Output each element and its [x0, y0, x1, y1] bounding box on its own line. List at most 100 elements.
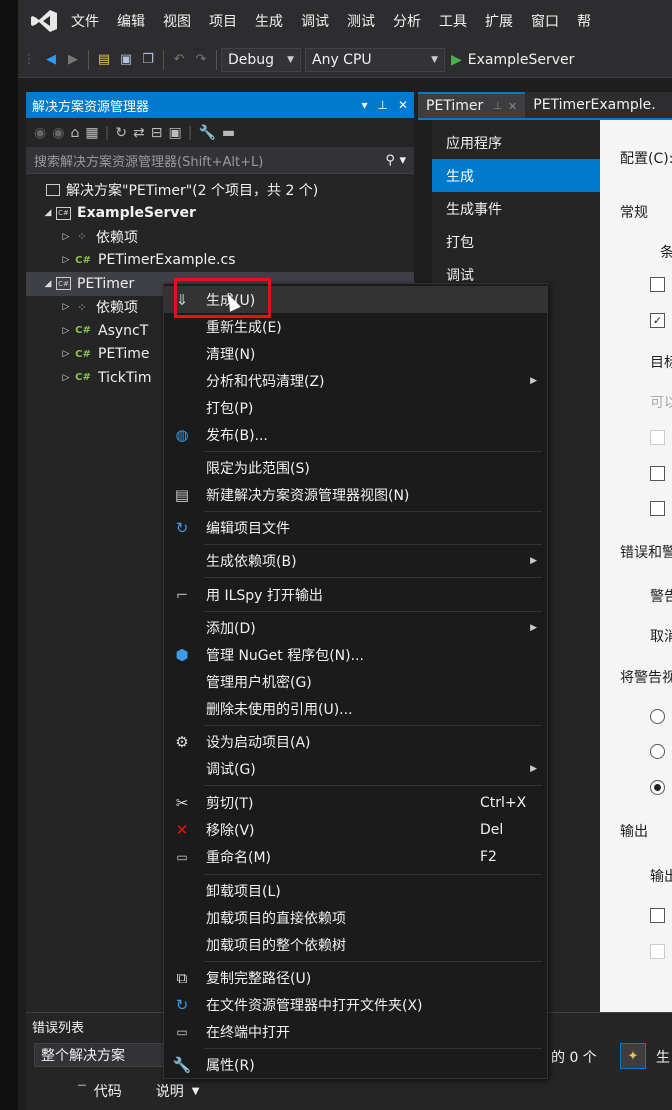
column-description[interactable]: 说明 — [156, 1081, 184, 1101]
menu-item-rebuild[interactable]: 重新生成(E) — [164, 313, 547, 340]
checkbox-xml-doc[interactable] — [650, 908, 665, 923]
pin-icon[interactable]: ⊥ — [377, 98, 387, 112]
menu-item-build-dependencies[interactable]: 生成依赖项(B) ▶ — [164, 547, 547, 574]
tab-petimer[interactable]: PETimer ⊥ ✕ — [418, 92, 526, 118]
forward-icon[interactable]: ◉ — [52, 125, 64, 141]
preview-icon[interactable]: ▬ — [222, 125, 235, 141]
back-icon[interactable]: ◉ — [34, 125, 46, 141]
pending-changes-filter-icon[interactable]: ↻ — [115, 125, 127, 141]
nav-package[interactable]: 打包 — [432, 225, 600, 258]
visual-studio-logo-icon[interactable] — [26, 0, 62, 42]
search-icon[interactable]: ⚲ ▾ — [385, 153, 406, 168]
menu-item-debug[interactable]: 调试(G) ▶ — [164, 755, 547, 782]
menu-edit[interactable]: 编辑 — [108, 11, 154, 31]
menu-item-remove[interactable]: ✕ 移除(V) Del — [164, 816, 547, 843]
menu-test[interactable]: 测试 — [338, 11, 384, 31]
close-icon[interactable]: ✕ — [398, 98, 408, 112]
menu-item-open-in-terminal[interactable]: ▭ 在终端中打开 — [164, 1018, 547, 1045]
start-debugging-button[interactable]: ▶ ExampleServer — [451, 52, 574, 68]
new-project-icon[interactable]: ▤ — [93, 49, 115, 71]
checkbox-define-debug[interactable] — [650, 277, 665, 292]
menu-item-add[interactable]: 添加(D) ▶ — [164, 614, 547, 641]
save-all-icon[interactable]: ❐ — [137, 49, 159, 71]
show-all-files-icon[interactable]: ▣ — [168, 125, 181, 141]
home-icon[interactable]: ⌂ — [70, 125, 79, 141]
collapse-arrow-icon[interactable]: ◢ — [40, 208, 56, 218]
menu-item-load-direct-deps[interactable]: 加载项目的直接依赖项 — [164, 904, 547, 931]
menu-item-build[interactable]: ⇓ 生成(U) — [164, 286, 547, 313]
menu-item-analyze-cleanup[interactable]: 分析和代码清理(Z) ▶ — [164, 367, 547, 394]
menu-item-manage-nuget[interactable]: ⬢ 管理 NuGet 程序包(N)... — [164, 641, 547, 668]
menu-debug[interactable]: 调试 — [292, 11, 338, 31]
solution-platform-select[interactable]: Any CPU ▼ — [305, 47, 445, 72]
tree-item-petimerexample-cs[interactable]: ▷ C# PETimerExample.cs — [26, 249, 414, 273]
chevron-down-icon[interactable]: ▼ — [192, 1086, 200, 1097]
menu-item-scope-to-this[interactable]: 限定为此范围(S) — [164, 454, 547, 481]
tab-petimerexample[interactable]: PETimerExample. — [525, 92, 664, 118]
radio-treat-none[interactable] — [650, 709, 665, 724]
tree-item-exampleserver[interactable]: ◢ C# ExampleServer — [26, 202, 414, 226]
radio-treat-specific[interactable] — [650, 744, 665, 759]
redo-icon[interactable]: ↷ — [190, 49, 212, 71]
menu-item-ilspy[interactable]: ⌐ 用 ILSpy 打开输出 — [164, 581, 547, 608]
pin-icon[interactable]: ⊥ — [493, 101, 502, 112]
expand-arrow-icon[interactable]: ▷ — [58, 373, 74, 383]
menu-project[interactable]: 项目 — [200, 11, 246, 31]
expand-arrow-icon[interactable]: ▷ — [58, 349, 74, 359]
menu-item-open-in-explorer[interactable]: ↻ 在文件资源管理器中打开文件夹(X) — [164, 991, 547, 1018]
save-icon[interactable]: ▣ — [115, 49, 137, 71]
menu-item-new-explorer-view[interactable]: ▤ 新建解决方案资源管理器视图(N) — [164, 481, 547, 508]
checkbox-define-trace[interactable]: ✓ — [650, 313, 665, 328]
switch-views-icon[interactable]: ▦ — [85, 125, 98, 141]
menu-item-pack[interactable]: 打包(P) — [164, 394, 547, 421]
menu-view[interactable]: 视图 — [154, 11, 200, 31]
checkbox-com-interop[interactable] — [650, 944, 665, 959]
sync-icon[interactable]: ⇄ — [133, 125, 145, 141]
radio-treat-all[interactable] — [650, 780, 665, 795]
menu-item-user-secrets[interactable]: 管理用户机密(G) — [164, 668, 547, 695]
expand-arrow-icon[interactable]: ▷ — [58, 255, 74, 265]
filter-icon[interactable]: ✦ — [620, 1043, 646, 1069]
expand-arrow-icon[interactable]: ▷ — [58, 232, 74, 242]
error-scope-select[interactable]: 整个解决方案 — [34, 1043, 164, 1067]
menu-item-set-startup[interactable]: ⚙ 设为启动项目(A) — [164, 728, 547, 755]
menu-help[interactable]: 帮 — [568, 11, 600, 31]
menu-item-cut[interactable]: ✂ 剪切(T) Ctrl+X — [164, 789, 547, 816]
menu-item-properties[interactable]: 🔧 属性(R) — [164, 1051, 547, 1078]
menu-item-rename[interactable]: ▭ 重命名(M) F2 — [164, 843, 547, 870]
solution-config-select[interactable]: Debug ▼ — [221, 47, 301, 72]
menu-window[interactable]: 窗口 — [522, 11, 568, 31]
message-count[interactable]: 的 0 个 — [551, 1047, 597, 1067]
menu-item-copy-full-path[interactable]: ⧉ 复制完整路径(U) — [164, 964, 547, 991]
close-icon[interactable]: ✕ — [508, 100, 517, 113]
solution-explorer-search-input[interactable]: 搜索解决方案资源管理器(Shift+Alt+L) ⚲ ▾ — [26, 148, 414, 174]
collapse-arrow-icon[interactable]: ◢ — [40, 279, 56, 289]
checkbox-prefer-32bit[interactable] — [650, 430, 665, 445]
menu-file[interactable]: 文件 — [62, 11, 108, 31]
menu-item-remove-unused-refs[interactable]: 删除未使用的引用(U)... — [164, 695, 547, 722]
expand-arrow-icon[interactable]: ▷ — [58, 302, 74, 312]
tree-item-dependencies[interactable]: ▷ ⁘ 依赖项 — [26, 225, 414, 249]
menu-item-clean[interactable]: 清理(N) — [164, 340, 547, 367]
checkbox-allow-unsafe[interactable] — [650, 466, 665, 481]
menu-tools[interactable]: 工具 — [430, 11, 476, 31]
menu-item-edit-project-file[interactable]: ↻ 编辑项目文件 — [164, 514, 547, 541]
menu-item-unload-project[interactable]: 卸载项目(L) — [164, 877, 547, 904]
properties-wrench-icon[interactable]: 🔧 — [198, 125, 215, 141]
collapse-all-icon[interactable]: ⊟ — [151, 125, 163, 141]
undo-icon[interactable]: ↶ — [168, 49, 190, 71]
nav-build-events[interactable]: 生成事件 — [432, 192, 600, 225]
build-intellisense-select[interactable]: 生 — [656, 1047, 670, 1067]
menu-build[interactable]: 生成 — [246, 11, 292, 31]
nav-build[interactable]: 生成 — [432, 159, 610, 192]
tree-item-solution[interactable]: 解决方案"PETimer"(2 个项目，共 2 个) — [26, 178, 414, 202]
menu-analyze[interactable]: 分析 — [384, 11, 430, 31]
menu-item-publish[interactable]: ◍ 发布(B)... — [164, 421, 547, 448]
menu-item-load-dep-tree[interactable]: 加载项目的整个依赖树 — [164, 931, 547, 958]
column-code[interactable]: 代码 — [94, 1081, 122, 1101]
expand-arrow-icon[interactable]: ▷ — [58, 326, 74, 336]
forward-icon[interactable]: ▶ — [62, 49, 84, 71]
nav-application[interactable]: 应用程序 — [432, 126, 600, 159]
back-icon[interactable]: ◀ — [40, 49, 62, 71]
window-position-dropdown-icon[interactable]: ▾ — [361, 98, 367, 112]
